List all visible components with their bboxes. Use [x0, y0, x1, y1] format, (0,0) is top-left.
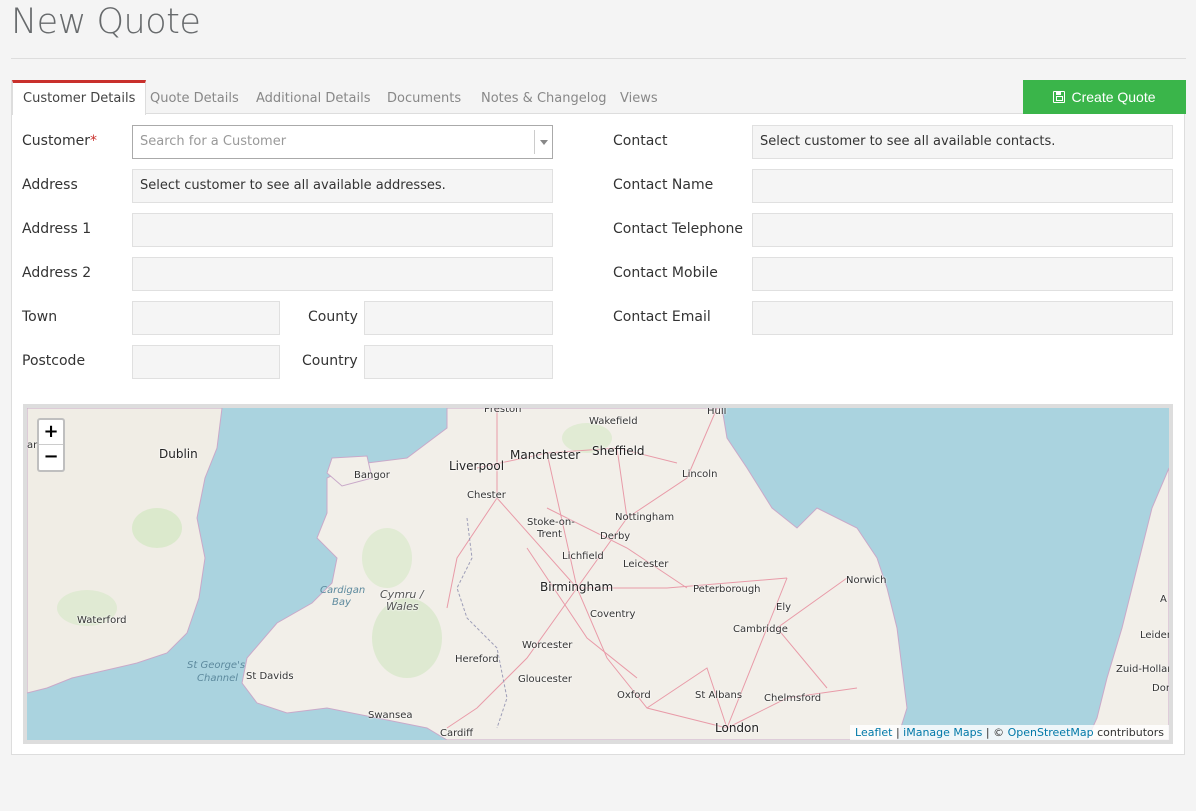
zoom-control: + − [37, 418, 65, 472]
map-label-chelmsford: Chelmsford [764, 693, 822, 704]
address-select[interactable]: Select customer to see all available add… [132, 169, 553, 203]
town-field[interactable] [132, 301, 280, 335]
map-label-cambridge: Cambridge [733, 624, 788, 635]
map-label-dublin: Dublin [159, 447, 198, 461]
address2-field[interactable] [132, 257, 553, 291]
map-label-st-davids: St Davids [246, 671, 294, 682]
county-field[interactable] [364, 301, 553, 335]
address1-field[interactable] [132, 213, 553, 247]
map-label-bangor: Bangor [354, 470, 390, 481]
map-label-birmingham: Birmingham [540, 580, 614, 594]
map-label-sheffield: Sheffield [592, 444, 645, 458]
attribution-copyright: | © [982, 726, 1008, 739]
map-label-preston: Preston [484, 404, 522, 415]
openstreetmap-link[interactable]: OpenStreetMap [1008, 726, 1094, 739]
map-label-cardigan-2: Bay [332, 597, 351, 608]
postcode-field[interactable] [132, 345, 280, 379]
map-label-ely: Ely [776, 602, 792, 613]
map-label-worcester: Worcester [522, 640, 573, 651]
contact-email-label: Contact Email [613, 309, 711, 325]
attribution-separator: | [892, 726, 904, 739]
contact-name-label: Contact Name [613, 177, 714, 193]
contact-email-field[interactable] [752, 301, 1173, 335]
map-label-zuid-holland: Zuid-Hollar [1116, 664, 1172, 675]
attribution-suffix: contributors [1093, 726, 1164, 739]
map-label-oxford: Oxford [617, 690, 651, 701]
map-label-nottingham: Nottingham [615, 512, 675, 523]
map-label-liverpool: Liverpool [449, 459, 505, 473]
zoom-out-button[interactable]: − [39, 445, 63, 470]
contact-select[interactable]: Select customer to see all available con… [752, 125, 1173, 159]
map-attribution: Leaflet | iManage Maps | © OpenStreetMap… [850, 725, 1169, 740]
address1-label: Address 1 [22, 221, 92, 237]
map-label-hereford: Hereford [455, 654, 499, 665]
country-field[interactable] [364, 345, 553, 379]
county-label: County [308, 309, 358, 325]
map-label-waterford: Waterford [77, 615, 127, 626]
country-label: Country [302, 353, 358, 369]
map-label-st-georges-1: St George's [187, 660, 246, 671]
save-icon [1053, 91, 1066, 103]
map-label-hull: Hull [707, 406, 727, 417]
map-label-dor: Dor [1152, 683, 1170, 694]
contact-mobile-label: Contact Mobile [613, 265, 718, 281]
tab-bar: Customer Details Quote Details Additiona… [12, 80, 1186, 115]
required-marker: * [90, 133, 98, 149]
map-label-london: London [715, 721, 759, 735]
postcode-label: Postcode [22, 353, 86, 369]
contact-mobile-field[interactable] [752, 257, 1173, 291]
contact-name-field[interactable] [752, 169, 1173, 203]
map-label-edge-ar: ar [27, 440, 38, 451]
map-label-st-georges-2: Channel [197, 673, 239, 684]
map-label-coventry: Coventry [590, 609, 636, 620]
map-label-wakefield: Wakefield [589, 416, 638, 427]
map-label-leiden: Leiden [1140, 630, 1173, 641]
map-label-stoke-2: Trent [537, 529, 562, 540]
tab-views[interactable]: Views [610, 80, 668, 114]
map-label-lichfield: Lichfield [562, 551, 604, 562]
create-quote-label: Create Quote [1071, 89, 1156, 105]
title-divider [11, 58, 1186, 59]
address-label: Address [22, 177, 78, 193]
map-label-peterborough: Peterborough [693, 584, 761, 595]
town-label: Town [22, 309, 58, 325]
map-label-lincoln: Lincoln [682, 469, 718, 480]
address2-label: Address 2 [22, 265, 92, 281]
map-label-stoke-1: Stoke-on- [527, 517, 575, 528]
tab-quote-details[interactable]: Quote Details [140, 80, 249, 114]
quote-panel: Customer Details Quote Details Additiona… [11, 80, 1186, 755]
contact-label: Contact [613, 133, 668, 149]
map-label-cymru-2: Wales [386, 600, 419, 613]
map-label-chester: Chester [467, 490, 506, 501]
tab-notes-changelog[interactable]: Notes & Changelog [471, 80, 617, 114]
tab-customer-details[interactable]: Customer Details [12, 80, 147, 115]
map-label-cardigan-1: Cardigan [320, 585, 366, 596]
chevron-down-icon[interactable] [534, 130, 552, 154]
customer-label: Customer* [22, 133, 98, 149]
zoom-in-button[interactable]: + [39, 420, 63, 445]
map-label-swansea: Swansea [368, 710, 413, 721]
map-label-gloucester: Gloucester [518, 674, 573, 685]
map-label-manchester: Manchester [510, 448, 581, 462]
contact-telephone-field[interactable] [752, 213, 1173, 247]
tab-documents[interactable]: Documents [377, 80, 471, 114]
map-label-leicester: Leicester [623, 559, 669, 570]
create-quote-button[interactable]: Create Quote [1023, 80, 1186, 114]
page-title: New Quote [11, 2, 201, 42]
customer-search-placeholder: Search for a Customer [140, 134, 287, 149]
map-label-derby: Derby [600, 531, 631, 542]
location-map[interactable]: + − Preston Hull Wakefield Manchester Sh… [23, 404, 1173, 744]
map-label-cardiff: Cardiff [440, 728, 474, 739]
contact-telephone-label: Contact Telephone [613, 221, 744, 237]
tab-additional-details[interactable]: Additional Details [246, 80, 380, 114]
customer-search-select[interactable]: Search for a Customer [132, 125, 553, 159]
map-label-st-albans: St Albans [695, 690, 743, 701]
map-label-edge-a: A [1160, 594, 1167, 605]
imanage-maps-link[interactable]: iManage Maps [903, 726, 982, 739]
leaflet-link[interactable]: Leaflet [855, 726, 892, 739]
map-label-norwich: Norwich [846, 575, 887, 586]
